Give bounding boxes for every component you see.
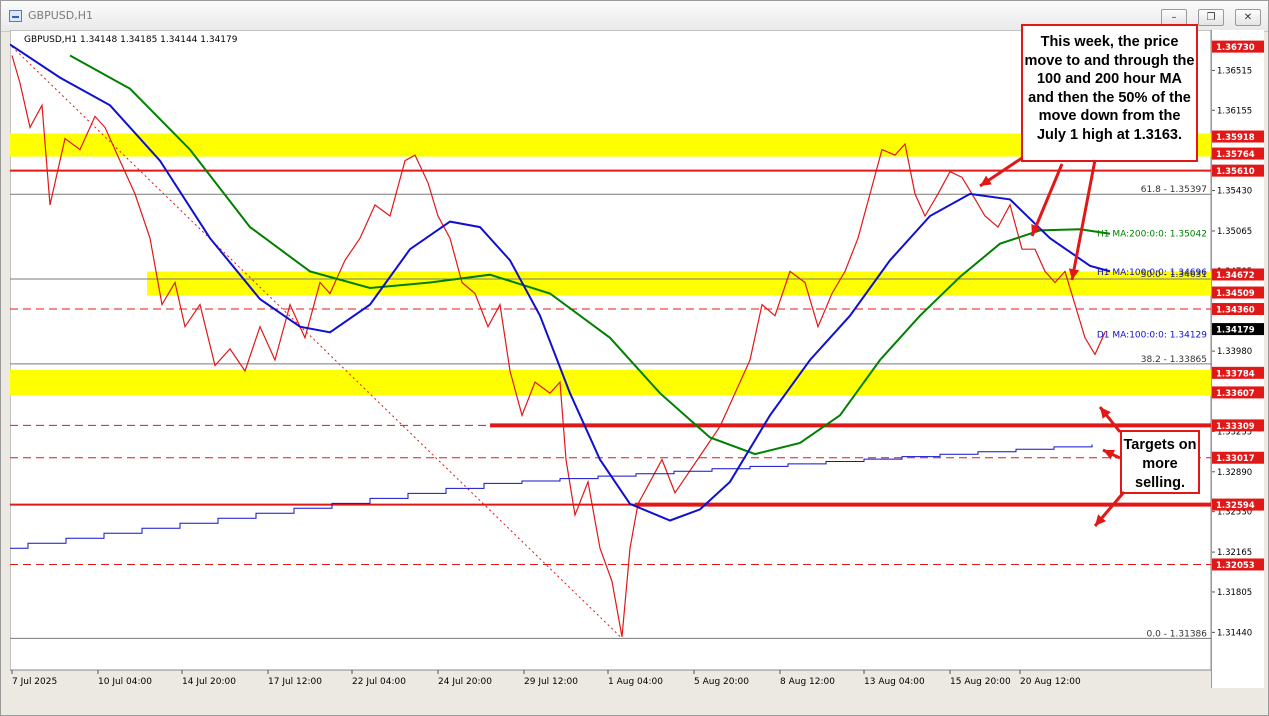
fib-label: 38.2 - 1.33865 bbox=[1141, 355, 1207, 365]
y-tick-label: 1.35430 bbox=[1217, 187, 1252, 197]
chart-window-icon bbox=[9, 10, 22, 22]
level-label-text: 1.32053 bbox=[1216, 561, 1255, 571]
x-tick-label: 24 Jul 20:00 bbox=[438, 677, 492, 687]
price-scale-svg: 1.365151.361551.354301.350651.347051.339… bbox=[1212, 30, 1264, 670]
level-label-text: 1.32594 bbox=[1216, 501, 1255, 511]
y-tick-label: 1.36155 bbox=[1217, 106, 1252, 116]
fib-label: 0.0 - 1.31386 bbox=[1147, 629, 1208, 639]
fib-label: 61.8 - 1.35397 bbox=[1141, 185, 1207, 195]
x-tick-label: 17 Jul 12:00 bbox=[268, 677, 322, 687]
x-tick-label: 5 Aug 20:00 bbox=[694, 677, 749, 687]
y-tick-label: 1.31440 bbox=[1217, 628, 1252, 638]
price-scale[interactable]: 1.365151.361551.354301.350651.347051.339… bbox=[1211, 30, 1264, 688]
x-tick-label: 22 Jul 04:00 bbox=[352, 677, 406, 687]
level-label-text: 1.34509 bbox=[1216, 289, 1255, 299]
x-tick-label: 29 Jul 12:00 bbox=[524, 677, 578, 687]
x-tick-label: 14 Jul 20:00 bbox=[182, 677, 236, 687]
level-label-text: 1.35918 bbox=[1216, 133, 1255, 143]
x-tick-label: 8 Aug 12:00 bbox=[780, 677, 835, 687]
y-tick-label: 1.35065 bbox=[1217, 227, 1252, 237]
x-tick-label: 1 Aug 04:00 bbox=[608, 677, 663, 687]
window-title: GBPUSD,H1 bbox=[28, 9, 93, 22]
level-label-text: 1.34360 bbox=[1216, 306, 1255, 316]
level-label-text: 1.33017 bbox=[1216, 454, 1255, 464]
support-resistance-zone bbox=[147, 271, 1211, 296]
x-tick-label: 15 Aug 20:00 bbox=[950, 677, 1011, 687]
level-label-text: 1.33607 bbox=[1216, 389, 1255, 399]
y-tick-label: 1.32890 bbox=[1217, 468, 1252, 478]
close-button[interactable]: ✕ bbox=[1235, 9, 1261, 26]
indicator-label: H1 MA:100:0:0: 1.34696 bbox=[1097, 268, 1207, 278]
symbol-info: GBPUSD,H1 1.34148 1.34185 1.34144 1.3417… bbox=[24, 35, 238, 45]
level-label-text: 1.33309 bbox=[1216, 422, 1255, 432]
x-tick-label: 10 Jul 04:00 bbox=[98, 677, 152, 687]
level-label-text: 1.33784 bbox=[1216, 369, 1255, 379]
y-tick-label: 1.33980 bbox=[1217, 347, 1252, 357]
level-label-text: 1.36730 bbox=[1216, 43, 1255, 53]
indicator-label: D1 MA:100:0:0: 1.34129 bbox=[1097, 331, 1207, 341]
level-label-text: 1.34179 bbox=[1216, 326, 1255, 336]
x-tick-label: 7 Jul 2025 bbox=[12, 677, 57, 687]
y-tick-label: 1.31805 bbox=[1217, 588, 1252, 598]
support-resistance-zone bbox=[10, 369, 1211, 396]
level-label-text: 1.35764 bbox=[1216, 150, 1255, 160]
level-label-text: 1.34672 bbox=[1216, 271, 1255, 281]
indicator-label: H1 MA:200:0:0: 1.35042 bbox=[1097, 230, 1207, 240]
x-tick-label: 20 Aug 12:00 bbox=[1020, 677, 1081, 687]
level-label-text: 1.35610 bbox=[1216, 167, 1255, 177]
callout-targets: Targets on more selling. bbox=[1120, 430, 1200, 494]
x-tick-label: 13 Aug 04:00 bbox=[864, 677, 925, 687]
callout-this-week: This week, the price move to and through… bbox=[1021, 24, 1198, 162]
restore-button[interactable]: ❐ bbox=[1198, 9, 1224, 26]
y-tick-label: 1.36515 bbox=[1217, 66, 1252, 76]
y-tick-label: 1.32165 bbox=[1217, 548, 1252, 558]
